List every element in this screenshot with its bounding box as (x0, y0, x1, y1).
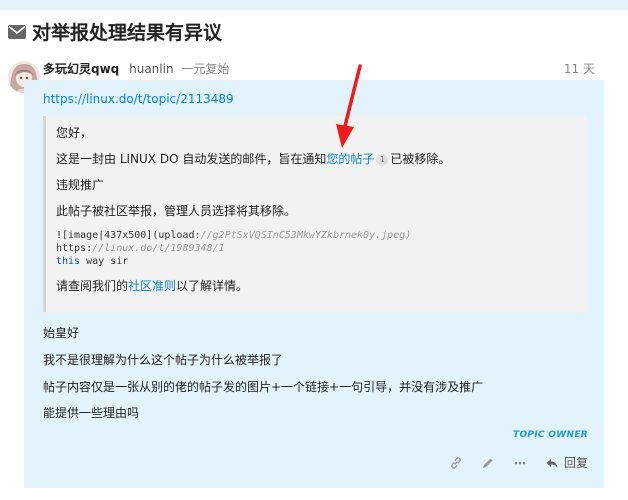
post-paragraph-4: 能提供一些理由吗 (43, 406, 140, 420)
post-meta: 多玩幻灵qwq huanlin 一元复始 11 天 (43, 60, 603, 78)
post-age[interactable]: 11 天 (564, 60, 595, 77)
post-body: https://linux.do/t/topic/2113489 您好， 这是一… (24, 80, 604, 488)
quote-line-3: 此帖子被社区举报，管理人员选择将其移除。 (56, 204, 297, 218)
ellipsis-icon[interactable] (513, 456, 527, 470)
topic-owner-badge: TOPIC OWNER (513, 430, 588, 440)
your-post-link[interactable]: 您的帖子 (326, 152, 374, 166)
community-guidelines-link[interactable]: 社区准则 (128, 279, 176, 293)
annotation-arrow (336, 64, 362, 148)
quote-reason: 违规推广 (56, 178, 105, 192)
user-handle[interactable]: huanlin (129, 62, 173, 76)
pencil-icon[interactable] (481, 456, 495, 470)
reply-label: 回复 (563, 456, 588, 470)
top-banner (0, 0, 628, 10)
quote-footer: 请查阅我们的社区准则以了解详情。 (56, 279, 249, 293)
user-title: 一元复始 (181, 62, 230, 76)
post-paragraph-2: 我不是很理解为什么这个帖子为什么被举报了 (43, 353, 284, 367)
link-icon[interactable] (449, 456, 463, 470)
code-line-1: ![image|437x500](upload://g2PtSxVQSInC53… (56, 230, 412, 241)
topic-link[interactable]: https://linux.do/t/topic/2113489 (43, 92, 234, 106)
post-paragraph-1: 始皇好 (43, 326, 80, 340)
email-quote: 您好， 这是一封由 LINUX DO 自动发送的邮件，旨在通知您的帖子 1 已被移除… (43, 116, 587, 312)
page-title: 对举报处理结果有异议 (32, 22, 223, 44)
reply-icon (546, 458, 558, 468)
quote-greeting: 您好， (56, 126, 93, 140)
post-actions: 回复 (431, 454, 588, 471)
code-block: ![image|437x500](upload://g2PtSxVQSInC53… (56, 229, 587, 268)
reply-button[interactable]: 回复 (545, 454, 588, 471)
topic-title-row: 对举报处理结果有异议 (8, 18, 222, 45)
link-count-badge: 1 (376, 154, 389, 166)
code-line-2: https://linux.do/t/1989348/1 (56, 243, 225, 254)
code-line-3: this way sir (56, 256, 129, 267)
username[interactable]: 多玩幻灵qwq (43, 62, 119, 76)
post-paragraph-3: 帖子内容仅是一张从别的佬的帖子发的图片+一个链接+一句引导，并没有涉及推广 (43, 380, 484, 394)
envelope-icon (8, 24, 26, 39)
quote-line-1: 这是一封由 LINUX DO 自动发送的邮件，旨在通知您的帖子 1 已被移除。 (56, 152, 451, 166)
